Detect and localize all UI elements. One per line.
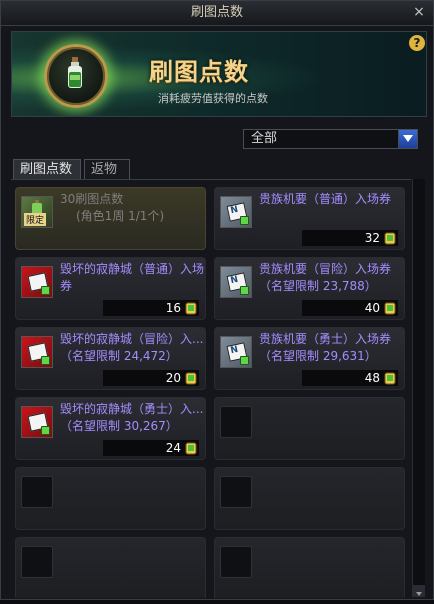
ticket-icon: N xyxy=(220,336,252,368)
empty-slot xyxy=(220,476,252,508)
empty-slot-cell xyxy=(214,467,405,530)
point-shop-window: 刷图点数 × 刷图点数 消耗疲劳值获得的点数 ? 全部 刷图点数 返物 限定 3… xyxy=(0,0,434,600)
ticket-icon xyxy=(21,336,53,368)
price-box: 24 xyxy=(103,440,199,456)
empty-slot-cell xyxy=(15,537,206,598)
help-button[interactable]: ? xyxy=(409,35,425,51)
price-value: 20 xyxy=(165,371,181,385)
list-item[interactable]: N 贵族机要（勇士）入场券（名望限制 29,631） 48 xyxy=(214,327,405,390)
list-item[interactable]: 限定 30刷图点数 (角色1周 1/1个) xyxy=(15,187,206,250)
price-value: 16 xyxy=(165,301,181,315)
item-limit: (角色1周 1/1个) xyxy=(76,209,165,223)
item-name: 毁坏的寂静城（冒险）入...（名望限制 24,472） xyxy=(60,332,204,363)
banner-subtitle: 消耗疲劳值获得的点数 xyxy=(158,92,268,105)
titlebar: 刷图点数 × xyxy=(1,1,433,26)
point-coin-icon xyxy=(384,232,396,245)
price-box: 48 xyxy=(302,370,398,386)
bottle-limited-icon: 限定 xyxy=(21,196,53,228)
item-name: 贵族机要（普通）入场券 xyxy=(259,192,392,206)
bottle-icon xyxy=(68,57,82,88)
filter-dropdown[interactable]: 全部 xyxy=(243,129,418,149)
banner: 刷图点数 消耗疲劳值获得的点数 xyxy=(11,31,427,117)
point-coin-icon xyxy=(185,372,197,385)
price-value: 40 xyxy=(364,301,380,315)
ticket-icon: N xyxy=(220,266,252,298)
window-title: 刷图点数 xyxy=(190,5,243,20)
item-name: 30刷图点数 (角色1周 1/1个) xyxy=(60,191,204,225)
price-box: 40 xyxy=(302,300,398,316)
empty-slot xyxy=(21,546,53,578)
close-button[interactable]: × xyxy=(411,4,427,20)
list-item[interactable]: N 贵族机要（普通）入场券 32 xyxy=(214,187,405,250)
price-box: 32 xyxy=(302,230,398,246)
chevron-down-icon xyxy=(416,592,422,596)
point-coin-icon xyxy=(384,372,396,385)
ticket-icon: N xyxy=(220,196,252,228)
empty-slot xyxy=(21,476,53,508)
tab-returns[interactable]: 返物 xyxy=(84,159,130,179)
limited-label: 限定 xyxy=(24,213,47,226)
scroll-down-button[interactable] xyxy=(413,585,425,597)
potion-icon xyxy=(44,44,108,108)
point-coin-icon xyxy=(185,442,197,455)
empty-slot xyxy=(220,546,252,578)
tab-points[interactable]: 刷图点数 xyxy=(13,159,81,179)
item-name: 贵族机要（冒险）入场券（名望限制 23,788） xyxy=(259,262,392,293)
item-list: 限定 30刷图点数 (角色1周 1/1个) N 贵族机要（普通）入场券 32 毁… xyxy=(11,179,411,598)
price-value: 48 xyxy=(364,371,380,385)
filter-selected-value: 全部 xyxy=(251,131,278,146)
point-coin-icon xyxy=(185,302,197,315)
ticket-icon xyxy=(21,266,53,298)
item-name: 贵族机要（勇士）入场券（名望限制 29,631） xyxy=(259,332,392,363)
list-item[interactable]: 毁坏的寂静城（普通）入场券 16 xyxy=(15,257,206,320)
item-name: 毁坏的寂静城（勇士）入...（名望限制 30,267） xyxy=(60,402,204,433)
empty-slot-cell xyxy=(15,467,206,530)
chevron-down-icon[interactable] xyxy=(398,130,417,148)
list-item[interactable]: 毁坏的寂静城（勇士）入...（名望限制 30,267） 24 xyxy=(15,397,206,460)
list-item[interactable]: 毁坏的寂静城（冒险）入...（名望限制 24,472） 20 xyxy=(15,327,206,390)
price-box: 16 xyxy=(103,300,199,316)
ticket-icon xyxy=(21,406,53,438)
empty-slot xyxy=(220,406,252,438)
price-value: 32 xyxy=(364,231,380,245)
point-coin-icon xyxy=(384,302,396,315)
list-item[interactable]: N 贵族机要（冒险）入场券（名望限制 23,788） 40 xyxy=(214,257,405,320)
item-name-line: 30刷图点数 xyxy=(60,192,124,206)
scrollbar[interactable] xyxy=(412,179,425,597)
price-box: 20 xyxy=(103,370,199,386)
banner-title: 刷图点数 xyxy=(149,58,249,86)
empty-slot-cell xyxy=(214,397,405,460)
price-value: 24 xyxy=(165,441,181,455)
item-name: 毁坏的寂静城（普通）入场券 xyxy=(60,262,205,293)
empty-slot-cell xyxy=(214,537,405,598)
